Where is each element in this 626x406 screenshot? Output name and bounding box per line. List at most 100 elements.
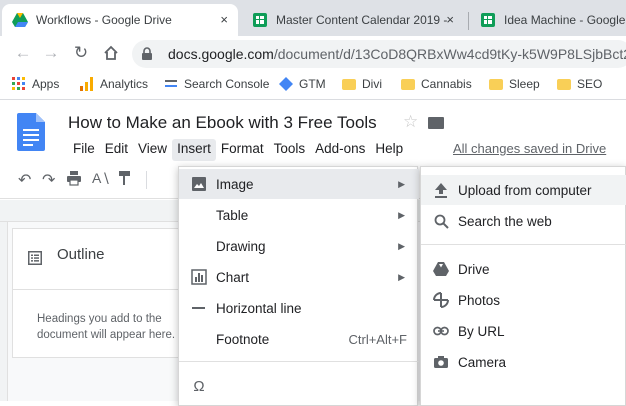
star-icon[interactable]: ☆ — [403, 112, 418, 132]
menu-edit[interactable]: Edit — [100, 139, 133, 161]
google-docs-logo-icon[interactable] — [17, 113, 45, 151]
outline-icon[interactable] — [28, 251, 42, 265]
menu-item-label: Search the web — [458, 213, 552, 229]
folder-icon — [489, 78, 503, 90]
search-console-icon — [165, 80, 177, 87]
url-host: docs.google.com — [168, 46, 274, 62]
gtm-icon — [279, 77, 293, 91]
bookmarks-bar: Apps Analytics Search Console GTM Divi C… — [0, 70, 626, 100]
link-icon — [433, 323, 449, 339]
submenu-arrow-icon: ▶ — [398, 271, 405, 282]
print-icon[interactable] — [66, 170, 82, 191]
insert-table-item[interactable]: Table ▶ — [179, 200, 419, 230]
menu-item-label: Upload from computer — [458, 182, 592, 198]
insert-horizontal-line-item[interactable]: Horizontal line — [179, 293, 419, 323]
vertical-ruler — [0, 222, 8, 401]
menu-file[interactable]: File — [68, 139, 100, 161]
menu-help[interactable]: Help — [370, 139, 408, 161]
back-arrow-icon[interactable]: ← — [12, 42, 34, 64]
move-to-folder-icon[interactable] — [428, 117, 444, 129]
forward-arrow-icon[interactable]: → — [40, 42, 62, 64]
home-icon[interactable] — [100, 42, 122, 64]
horizontal-line-icon — [191, 300, 207, 316]
menu-item-label: Footnote — [216, 331, 270, 347]
menu-item-label: Camera — [458, 354, 507, 370]
insert-from-camera-item[interactable]: Camera — [421, 347, 626, 377]
folder-icon — [557, 78, 571, 90]
google-sheets-favicon-icon — [253, 13, 267, 27]
omega-icon: Ω — [193, 377, 205, 395]
browser-tab-strip: Workflows - Google Drive × Master Conten… — [0, 0, 626, 36]
menu-insert[interactable]: Insert — [172, 139, 216, 161]
reload-icon[interactable]: ↻ — [70, 42, 92, 64]
menu-item-label: Chart — [216, 269, 250, 285]
tab-title: Master Content Calendar 2019 - — [276, 13, 448, 27]
apps-grid-icon — [12, 77, 25, 90]
paint-format-icon[interactable] — [118, 170, 132, 191]
bookmark-analytics[interactable]: Analytics — [80, 77, 148, 91]
undo-icon[interactable]: ↶ — [18, 170, 31, 190]
tab-workflows-drive[interactable]: Workflows - Google Drive × — [2, 4, 238, 36]
insert-footnote-item[interactable]: Footnote Ctrl+Alt+F — [179, 324, 419, 354]
image-icon — [191, 176, 207, 192]
insert-image-item[interactable]: Image ▶ — [179, 169, 419, 199]
tab-title: Workflows - Google Drive — [36, 13, 172, 27]
menu-add-ons[interactable]: Add-ons — [310, 139, 370, 161]
docs-menubar: File Edit View Insert Format Tools Add-o… — [68, 139, 408, 161]
bookmark-sleep[interactable]: Sleep — [489, 77, 540, 91]
insert-by-url-item[interactable]: By URL — [421, 316, 626, 346]
drive-icon — [433, 261, 449, 277]
bookmark-divi[interactable]: Divi — [342, 77, 382, 91]
bookmark-gtm[interactable]: GTM — [279, 77, 326, 91]
outline-hint-text: Headings you add to the document will ap… — [37, 313, 176, 341]
upload-from-computer-item[interactable]: Upload from computer — [421, 175, 626, 205]
document-outline-panel: Outline Headings you add to the document… — [12, 228, 182, 358]
google-sheets-favicon-icon — [481, 13, 495, 27]
close-tab-icon[interactable]: × — [220, 12, 228, 27]
bookmark-label: Cannabis — [421, 77, 472, 91]
docs-header: How to Make an Ebook with 3 Free Tools ☆… — [0, 101, 626, 161]
close-tab-icon[interactable]: × — [446, 12, 454, 27]
submenu-arrow-icon: ▶ — [398, 240, 405, 251]
search-the-web-item[interactable]: Search the web — [421, 206, 626, 236]
menu-view[interactable]: View — [133, 139, 172, 161]
browser-toolbar: ← → ↻ docs.google.com/document/d/13CoD8Q… — [0, 36, 626, 70]
menu-separator — [179, 361, 419, 362]
menu-format[interactable]: Format — [216, 139, 269, 161]
menu-tools[interactable]: Tools — [269, 139, 311, 161]
bookmark-seo[interactable]: SEO — [557, 77, 602, 91]
bookmark-label: GTM — [299, 77, 326, 91]
submenu-arrow-icon: ▶ — [398, 178, 405, 189]
bookmark-label: Search Console — [184, 77, 270, 91]
chart-icon — [191, 269, 207, 285]
insert-drawing-item[interactable]: Drawing ▶ — [179, 231, 419, 261]
tab-master-content-calendar[interactable]: Master Content Calendar 2019 - × — [242, 4, 464, 36]
menu-item-label: Horizontal line — [216, 300, 302, 316]
insert-chart-item[interactable]: Chart ▶ — [179, 262, 419, 292]
insert-special-characters-item[interactable]: Ω — [179, 371, 419, 401]
keyboard-shortcut: Ctrl+Alt+F — [348, 331, 407, 347]
bookmark-search-console[interactable]: Search Console — [164, 77, 269, 91]
menu-item-label: Drive — [458, 261, 490, 277]
insert-from-drive-item[interactable]: Drive — [421, 254, 626, 284]
menu-item-label: Table — [216, 207, 249, 223]
bookmark-apps[interactable]: Apps — [12, 77, 59, 91]
menu-separator — [421, 244, 626, 245]
outline-title: Outline — [57, 246, 105, 263]
address-bar[interactable]: docs.google.com/document/d/13CoD8QRBxWw4… — [132, 40, 626, 68]
lock-icon — [142, 47, 152, 60]
google-drive-favicon-icon — [12, 13, 28, 27]
camera-icon — [433, 354, 449, 370]
outline-divider — [13, 289, 181, 290]
insert-menu-dropdown: Image ▶ Table ▶ Drawing ▶ Chart ▶ Horizo… — [178, 166, 419, 406]
bookmark-label: Divi — [362, 77, 382, 91]
document-title[interactable]: How to Make an Ebook with 3 Free Tools — [68, 113, 377, 133]
photos-icon — [433, 292, 449, 308]
spellcheck-icon[interactable]: A∖ — [92, 170, 110, 187]
tab-idea-machine[interactable]: Idea Machine - Google S — [470, 4, 626, 36]
bookmark-label: Analytics — [100, 77, 149, 91]
redo-icon[interactable]: ↷ — [42, 170, 55, 190]
bookmark-cannabis[interactable]: Cannabis — [401, 77, 472, 91]
save-status[interactable]: All changes saved in Drive — [453, 141, 606, 156]
insert-from-photos-item[interactable]: Photos — [421, 285, 626, 315]
